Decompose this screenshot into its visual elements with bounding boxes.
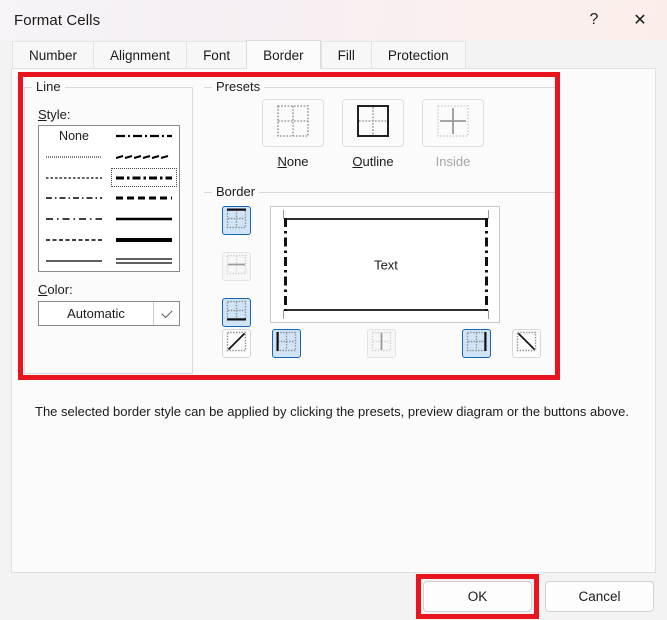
- line-swatch-hairline-dotted: [46, 150, 102, 164]
- preset-outline[interactable]: Outline: [342, 99, 404, 169]
- border-bottom-buttons: [222, 329, 552, 358]
- cancel-button[interactable]: Cancel: [545, 581, 654, 612]
- border-top-icon: [226, 208, 247, 234]
- border-diagonal-up-button[interactable]: [222, 329, 251, 358]
- style-cell-double-line[interactable]: [109, 250, 179, 271]
- tab-strip: Number Alignment Font Border Fill Protec…: [0, 40, 667, 69]
- color-dropdown[interactable]: Automatic: [38, 301, 180, 326]
- border-vertical-middle-button: [367, 329, 396, 358]
- border-bottom-icon: [226, 300, 247, 326]
- line-swatch-dash-dot-bold: [116, 171, 172, 185]
- border-group: Border Text: [204, 184, 556, 366]
- border-vertical-middle-icon: [371, 331, 392, 357]
- border-left-button[interactable]: [272, 329, 301, 358]
- presets-group-title: Presets: [212, 79, 265, 95]
- tab-number[interactable]: Number: [12, 41, 94, 69]
- border-diagonal-up-icon: [226, 331, 247, 357]
- hint-text: The selected border style can be applied…: [35, 404, 630, 419]
- preset-inside-label: Inside: [435, 154, 471, 169]
- preset-inside[interactable]: Inside: [422, 99, 484, 169]
- tab-fill[interactable]: Fill: [320, 41, 371, 69]
- line-group: Line Style: None Color: Automatic: [24, 79, 193, 374]
- line-swatch-slanted-dash: [116, 150, 172, 164]
- border-diagonal-down-icon: [516, 331, 537, 357]
- border-diagonal-down-button[interactable]: [512, 329, 541, 358]
- border-right-button[interactable]: [462, 329, 491, 358]
- tab-border[interactable]: Border: [246, 40, 321, 69]
- line-swatch-double-line: [116, 254, 172, 268]
- style-cell-thick-solid[interactable]: [109, 230, 179, 251]
- tab-alignment[interactable]: Alignment: [93, 41, 187, 69]
- help-icon[interactable]: ?: [571, 0, 617, 40]
- style-cell-fine-dashed[interactable]: [39, 167, 109, 188]
- color-label: Color:: [38, 282, 73, 297]
- border-left-icon: [276, 331, 297, 357]
- preset-none[interactable]: None: [262, 99, 324, 169]
- border-side-buttons: [222, 206, 251, 327]
- chevron-down-icon[interactable]: [153, 302, 179, 325]
- line-swatch-medium-solid: [116, 212, 172, 226]
- style-cell-dash-dot-thin[interactable]: [39, 188, 109, 209]
- style-cell-medium-solid[interactable]: [109, 209, 179, 230]
- preset-outline-icon: [356, 104, 390, 143]
- style-cell-long-dash-dot-thin[interactable]: [39, 209, 109, 230]
- close-icon[interactable]: ✕: [617, 0, 663, 40]
- border-horizontal-middle-button: [222, 252, 251, 281]
- color-label-rest: olor:: [47, 282, 73, 297]
- preset-outline-label: Outline: [352, 154, 394, 169]
- style-cell-slanted-dash[interactable]: [109, 147, 179, 168]
- line-swatch-dash-dot-thin: [46, 191, 102, 205]
- preview-text: Text: [374, 257, 398, 272]
- line-swatch-medium-dashed-thin: [46, 233, 102, 247]
- line-swatch-dash-dot-medium: [116, 129, 172, 143]
- preset-none-button[interactable]: [262, 99, 324, 147]
- tab-protection[interactable]: Protection: [370, 41, 466, 69]
- preview-tick-top-right: [488, 210, 489, 219]
- border-top-button[interactable]: [222, 206, 251, 235]
- color-dropdown-value: Automatic: [67, 306, 125, 321]
- window-title: Format Cells: [14, 11, 101, 29]
- line-swatch-fine-dashed: [46, 171, 102, 185]
- preview-tick-bottom-left: [283, 310, 284, 319]
- style-cell-hairline-dotted[interactable]: [39, 147, 109, 168]
- border-bottom-button[interactable]: [222, 298, 251, 327]
- line-style-list[interactable]: None: [38, 125, 180, 272]
- preset-none-icon: [276, 104, 310, 143]
- preset-none-label: None: [277, 154, 309, 169]
- style-cell-thin-solid[interactable]: [39, 250, 109, 271]
- border-tab-page: Line Style: None Color: Automatic Preset…: [11, 68, 656, 573]
- border-right-icon: [466, 331, 487, 357]
- preset-inside-icon: [436, 104, 470, 143]
- style-cell-none[interactable]: None: [39, 126, 109, 147]
- border-horizontal-middle-icon: [226, 254, 247, 280]
- style-cell-dashed-bold[interactable]: [109, 188, 179, 209]
- border-preview-cell: Text: [284, 218, 488, 311]
- preview-tick-bottom-right: [488, 310, 489, 319]
- line-swatch-long-dash-dot-thin: [46, 212, 102, 226]
- ok-button[interactable]: OK: [423, 581, 532, 612]
- line-swatch-thin-solid: [46, 254, 102, 268]
- line-swatch-thick-solid: [116, 233, 172, 247]
- title-bar: Format Cells ? ✕: [0, 0, 667, 40]
- line-group-title: Line: [32, 79, 65, 95]
- preset-inside-button: [422, 99, 484, 147]
- border-preview-diagram[interactable]: Text: [270, 206, 500, 323]
- style-cell-dash-dot-medium[interactable]: [109, 126, 179, 147]
- presets-group: Presets None Outline Inside: [204, 79, 556, 177]
- line-swatch-dashed-bold: [116, 191, 172, 205]
- style-label-rest: tyle:: [46, 107, 71, 122]
- style-none-label: None: [59, 129, 89, 144]
- presets-row: None Outline Inside: [262, 99, 484, 169]
- style-cell-medium-dashed-thin[interactable]: [39, 230, 109, 251]
- border-group-title: Border: [212, 184, 260, 200]
- preset-outline-button[interactable]: [342, 99, 404, 147]
- style-label: Style:: [38, 107, 71, 122]
- tab-font[interactable]: Font: [186, 41, 247, 69]
- style-cell-dash-dot-bold[interactable]: [109, 167, 179, 188]
